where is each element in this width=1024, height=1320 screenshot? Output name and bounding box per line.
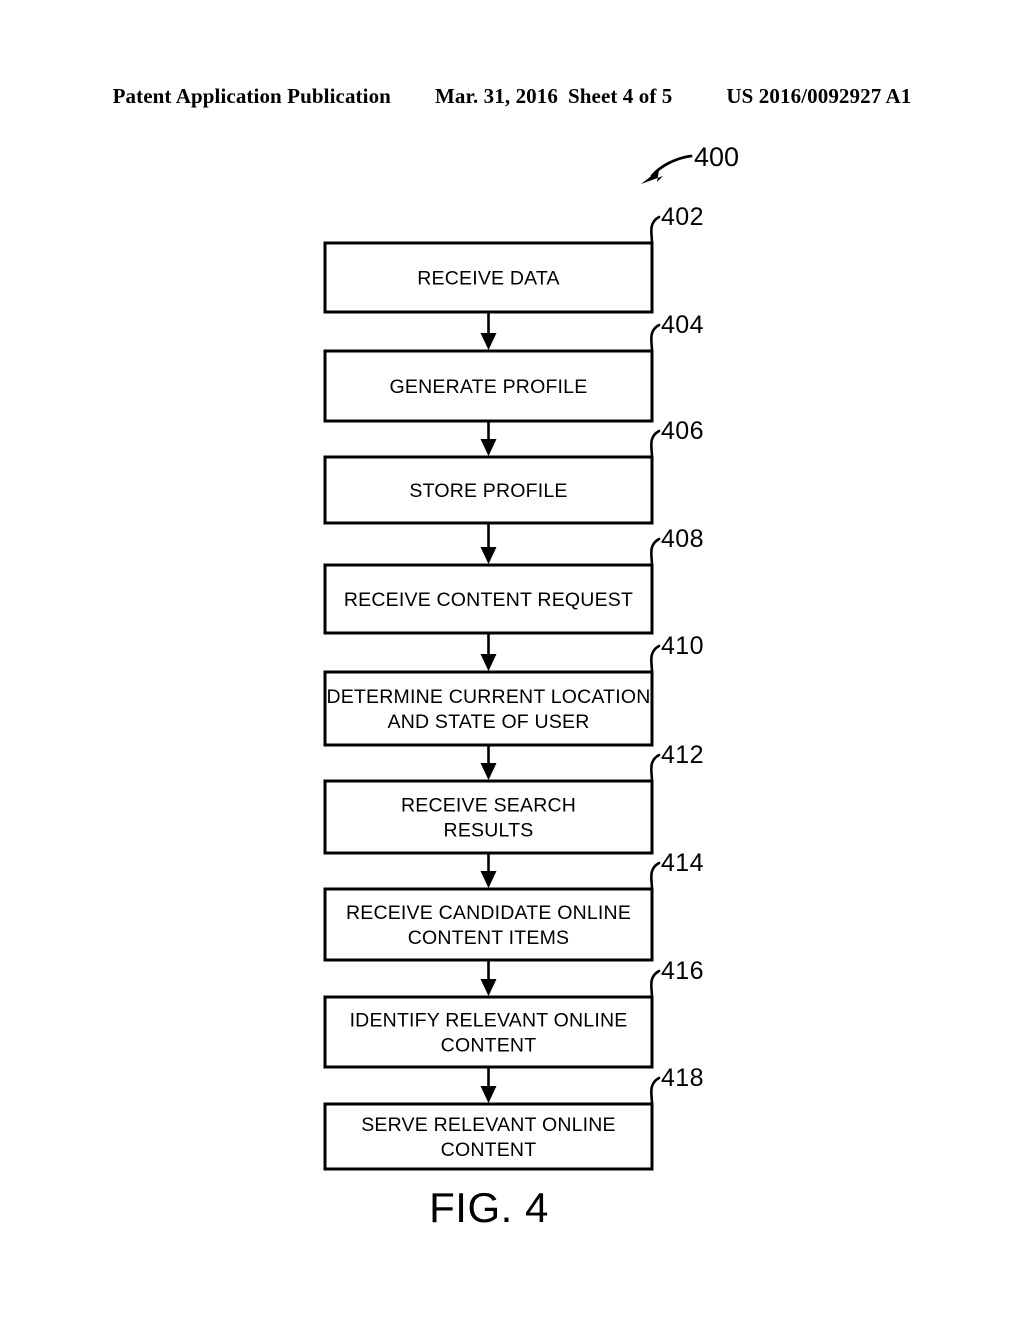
process-box-label: CONTENT <box>441 1035 537 1057</box>
reference-leader-404 <box>650 323 661 353</box>
reference-leader-418 <box>650 1076 661 1106</box>
process-box-label: AND STATE OF USER <box>387 711 589 733</box>
reference-leader-412 <box>650 753 661 783</box>
process-box-410 <box>323 670 654 747</box>
flow-steps-group: RECEIVE DATA 402 GENERATE PROFILE 404 STORE … <box>323 203 704 1171</box>
process-box-label: GENERATE PROFILE <box>390 376 588 398</box>
connector-arrowhead <box>480 1086 497 1103</box>
reference-number-414: 414 <box>661 849 704 877</box>
process-box-416 <box>323 995 654 1069</box>
flow-step: RECEIVE CANDIDATE ONLINE CONTENT ITEMS 414 <box>323 849 704 996</box>
connector-arrowhead <box>480 979 497 996</box>
reference-leader-402 <box>650 215 661 245</box>
reference-leader-410 <box>650 644 661 674</box>
process-box-label: SERVE RELEVANT ONLINE <box>361 1114 616 1136</box>
reference-leader-408 <box>650 537 661 567</box>
process-box-412 <box>323 779 654 855</box>
reference-leader-406 <box>650 429 661 459</box>
connector-arrowhead <box>480 763 497 780</box>
connector-arrowhead <box>480 439 497 456</box>
reference-number-418: 418 <box>661 1064 704 1092</box>
process-box-label: CONTENT <box>441 1139 537 1161</box>
process-box-label: RECEIVE CANDIDATE ONLINE <box>346 902 631 924</box>
reference-leader-416 <box>650 969 661 999</box>
reference-number-404: 404 <box>661 311 704 339</box>
figure-caption: FIG. 4 <box>429 1184 549 1231</box>
flow-step: SERVE RELEVANT ONLINE CONTENT 418 <box>323 1064 704 1171</box>
process-box-label: RECEIVE SEARCH <box>401 795 576 817</box>
connector-arrowhead <box>480 547 497 564</box>
process-box-label: RESULTS <box>444 820 534 842</box>
overall-reference-arrowhead <box>641 170 663 184</box>
reference-number-416: 416 <box>661 957 704 985</box>
flow-step: RECEIVE CONTENT REQUEST 408 <box>323 525 704 671</box>
flow-step: RECEIVE SEARCH RESULTS 412 <box>323 741 704 888</box>
connector-arrowhead <box>480 654 497 671</box>
flow-step: RECEIVE DATA 402 <box>323 203 704 350</box>
figure-4-flowchart: 400 RECEIVE DATA 402 GENERATE PROFILE 404 ST… <box>0 0 1024 1320</box>
reference-number-408: 408 <box>661 525 704 553</box>
flow-step: GENERATE PROFILE 404 <box>323 311 704 456</box>
reference-number-410: 410 <box>661 632 704 660</box>
connector-arrowhead <box>480 333 497 350</box>
flowchart-svg: 400 RECEIVE DATA 402 GENERATE PROFILE 404 ST… <box>323 142 739 1231</box>
process-box-label: STORE PROFILE <box>409 480 567 502</box>
process-box-label: CONTENT ITEMS <box>408 927 570 949</box>
flow-step: DETERMINE CURRENT LOCATION AND STATE OF U… <box>323 632 704 780</box>
connector-arrowhead <box>480 871 497 888</box>
process-box-label: IDENTIFY RELEVANT ONLINE <box>350 1010 628 1032</box>
reference-number-402: 402 <box>661 203 704 231</box>
overall-reference-number: 400 <box>694 142 739 172</box>
flow-step: STORE PROFILE 406 <box>323 417 704 564</box>
reference-number-412: 412 <box>661 741 704 769</box>
reference-leader-414 <box>650 861 661 891</box>
process-box-label: RECEIVE CONTENT REQUEST <box>344 589 633 611</box>
process-box-label: DETERMINE CURRENT LOCATION <box>326 686 650 708</box>
flow-step: IDENTIFY RELEVANT ONLINE CONTENT 416 <box>323 957 704 1103</box>
process-box-414 <box>323 887 654 962</box>
process-box-label: RECEIVE DATA <box>417 268 560 290</box>
reference-number-406: 406 <box>661 417 704 445</box>
overall-reference-400: 400 <box>641 142 739 184</box>
